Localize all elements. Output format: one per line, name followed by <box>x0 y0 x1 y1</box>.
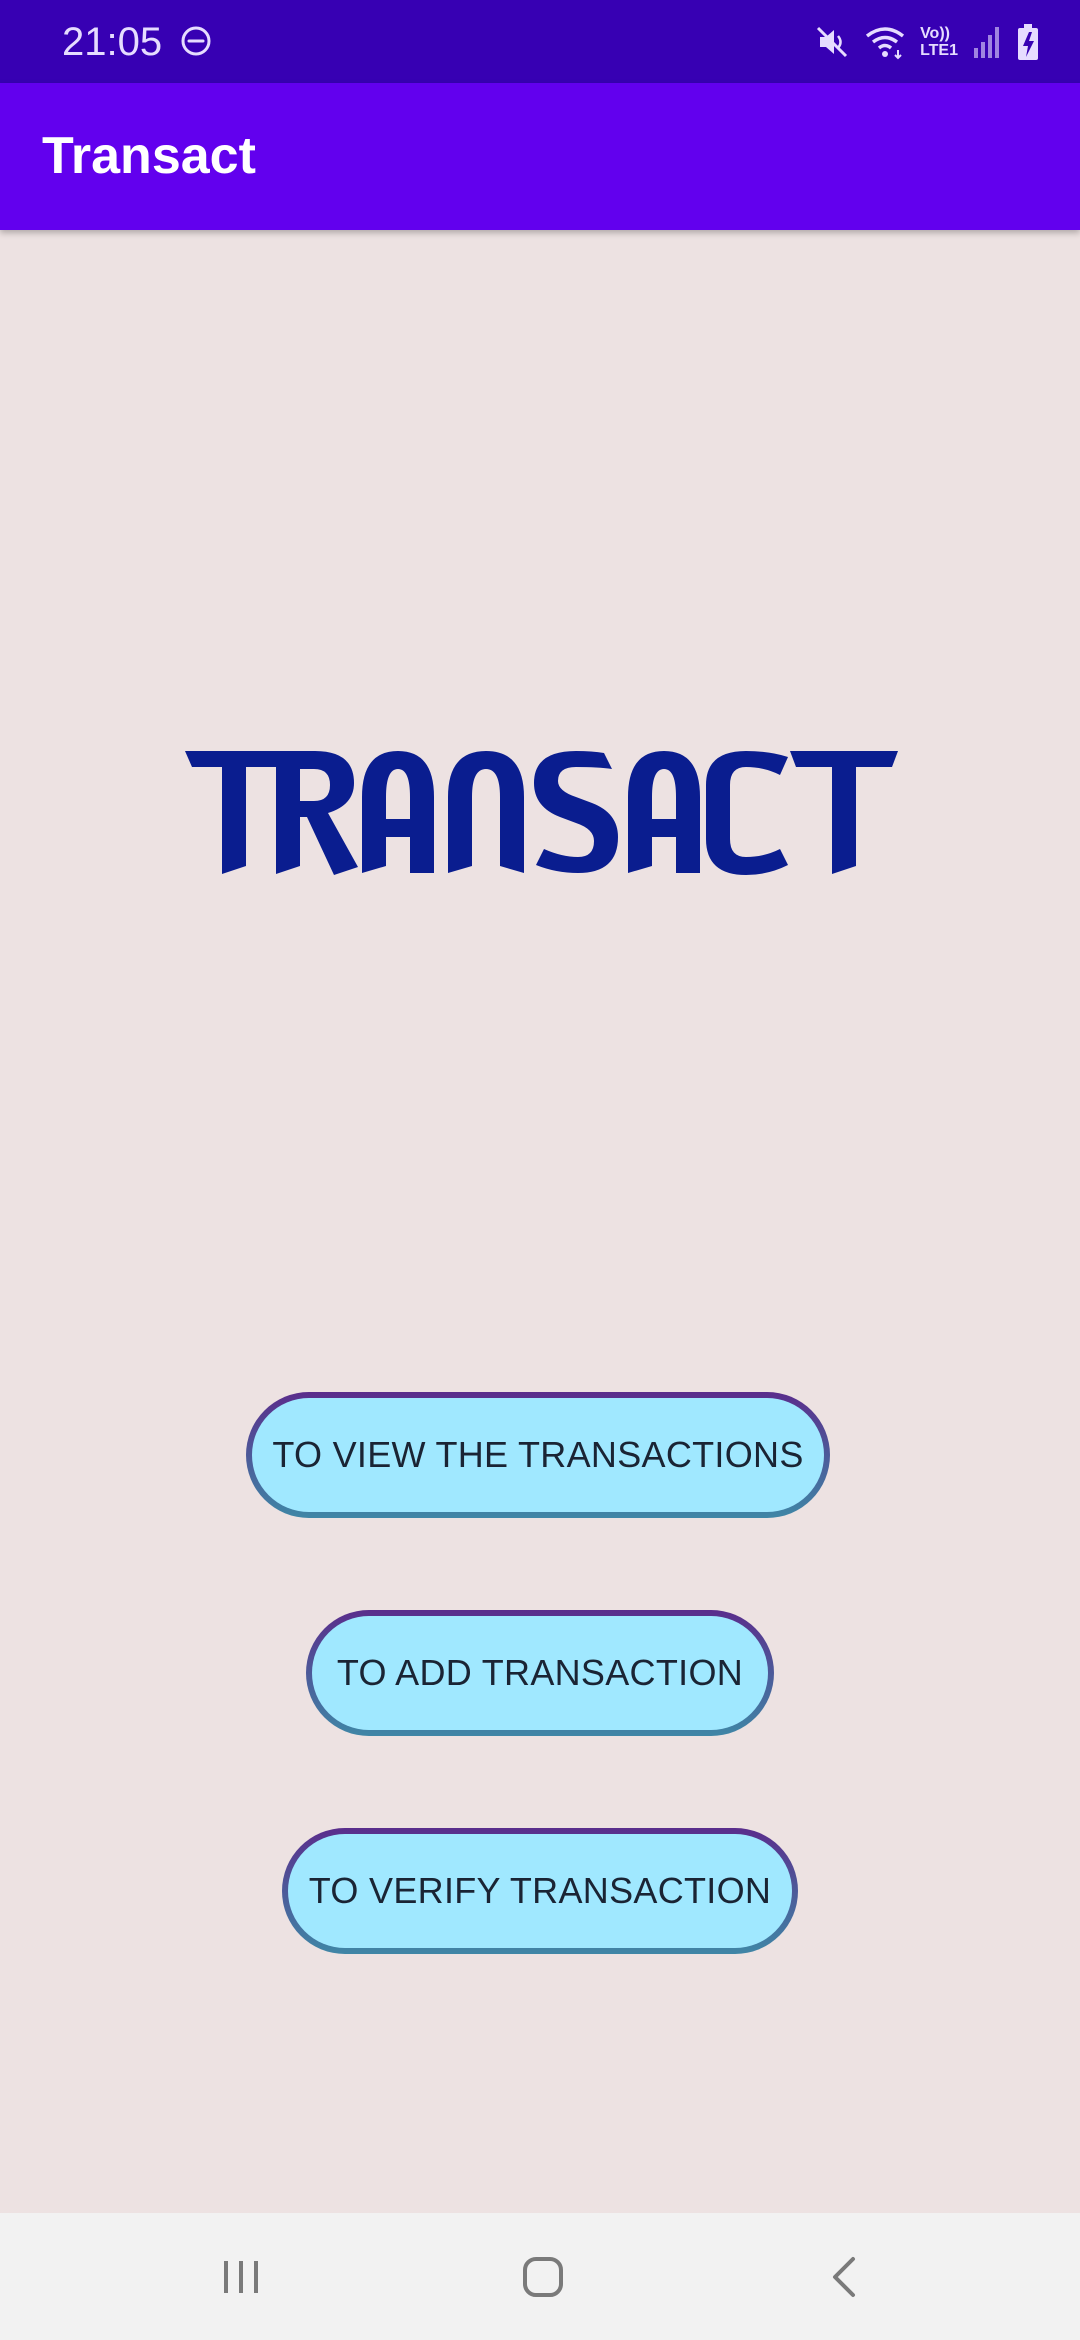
status-time: 21:05 <box>62 20 163 64</box>
home-icon <box>523 2257 563 2297</box>
screen: 21:05 Vo)) LTE1 Transact TO VIEW THE TRA… <box>0 0 1080 2340</box>
view-transactions-label: TO VIEW THE TRANSACTIONS <box>272 1434 804 1475</box>
add-transaction-label: TO ADD TRANSACTION <box>336 1652 744 1693</box>
recents-icon <box>224 2261 258 2293</box>
back-button[interactable] <box>805 2237 885 2317</box>
navigation-bar <box>0 2213 1080 2340</box>
transact-logo: TRANSACT <box>180 745 900 880</box>
battery-charging-icon <box>1018 24 1038 60</box>
home-button[interactable] <box>503 2237 583 2317</box>
wifi-icon <box>865 27 905 60</box>
volte-indicator: Vo)) LTE1 <box>920 25 958 59</box>
verify-transaction-label: TO VERIFY TRANSACTION <box>308 1870 772 1911</box>
app-bar-title: Transact <box>42 127 256 185</box>
do-not-disturb-icon <box>181 26 211 56</box>
add-transaction-button[interactable]: TO ADD TRANSACTION <box>306 1610 774 1736</box>
view-transactions-button[interactable]: TO VIEW THE TRANSACTIONS <box>246 1392 830 1518</box>
back-icon <box>833 2257 855 2297</box>
transact-logo-graphic <box>185 751 898 875</box>
lte-label: LTE1 <box>920 42 958 59</box>
verify-transaction-button[interactable]: TO VERIFY TRANSACTION <box>282 1828 798 1954</box>
status-bar: 21:05 Vo)) LTE1 <box>0 0 1080 83</box>
app-bar: Transact <box>0 83 1080 230</box>
status-icons: Vo)) LTE1 <box>814 18 1040 66</box>
mute-icon <box>817 26 848 58</box>
signal-icon <box>974 27 999 58</box>
volte-label: Vo)) <box>920 25 950 42</box>
logo-text: TRANSACT <box>180 880 181 881</box>
recents-button[interactable] <box>201 2237 281 2317</box>
